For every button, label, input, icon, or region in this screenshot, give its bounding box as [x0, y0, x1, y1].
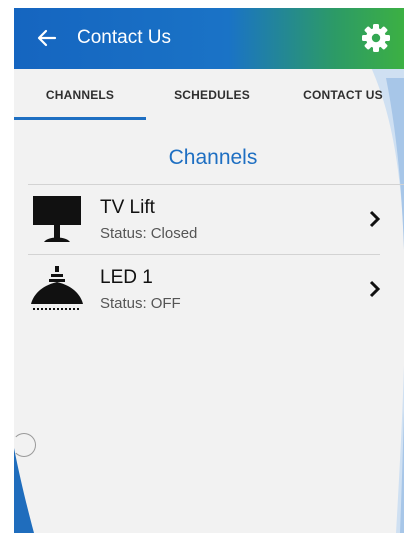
status-label: Status:: [100, 225, 147, 242]
status-label: Status:: [100, 295, 147, 312]
chevron-right-icon[interactable]: [368, 209, 382, 229]
tab-channels[interactable]: CHANNELS: [14, 69, 146, 121]
tv-lift-icon: [33, 196, 81, 242]
app-screen: Contact Us CHANNELS SCHEDULES CONTACT US…: [14, 8, 404, 533]
section-title: Channels: [168, 146, 258, 169]
gear-icon[interactable]: [360, 22, 392, 54]
tab-schedules[interactable]: SCHEDULES: [146, 69, 278, 121]
channel-status: Status: OFF: [100, 295, 181, 312]
status-value: OFF: [150, 295, 181, 312]
status-value: Closed: [150, 225, 198, 242]
led-lamp-icon: [31, 266, 83, 310]
tab-contact-us[interactable]: CONTACT US: [278, 69, 404, 121]
channel-name: LED 1: [100, 267, 153, 288]
tab-bar: CHANNELS SCHEDULES CONTACT US: [14, 69, 404, 121]
page-title: Contact Us: [77, 27, 171, 48]
channel-name: TV Lift: [100, 197, 155, 218]
app-bar: Contact Us: [14, 8, 404, 69]
channel-row-led-1[interactable]: LED 1 Status: OFF: [28, 255, 382, 323]
chevron-right-icon[interactable]: [368, 279, 382, 299]
back-arrow-icon[interactable]: [34, 25, 60, 51]
channel-status: Status: Closed: [100, 225, 197, 242]
channel-row-tv-lift[interactable]: TV Lift Status: Closed: [28, 185, 382, 253]
active-tab-indicator: [14, 117, 146, 120]
